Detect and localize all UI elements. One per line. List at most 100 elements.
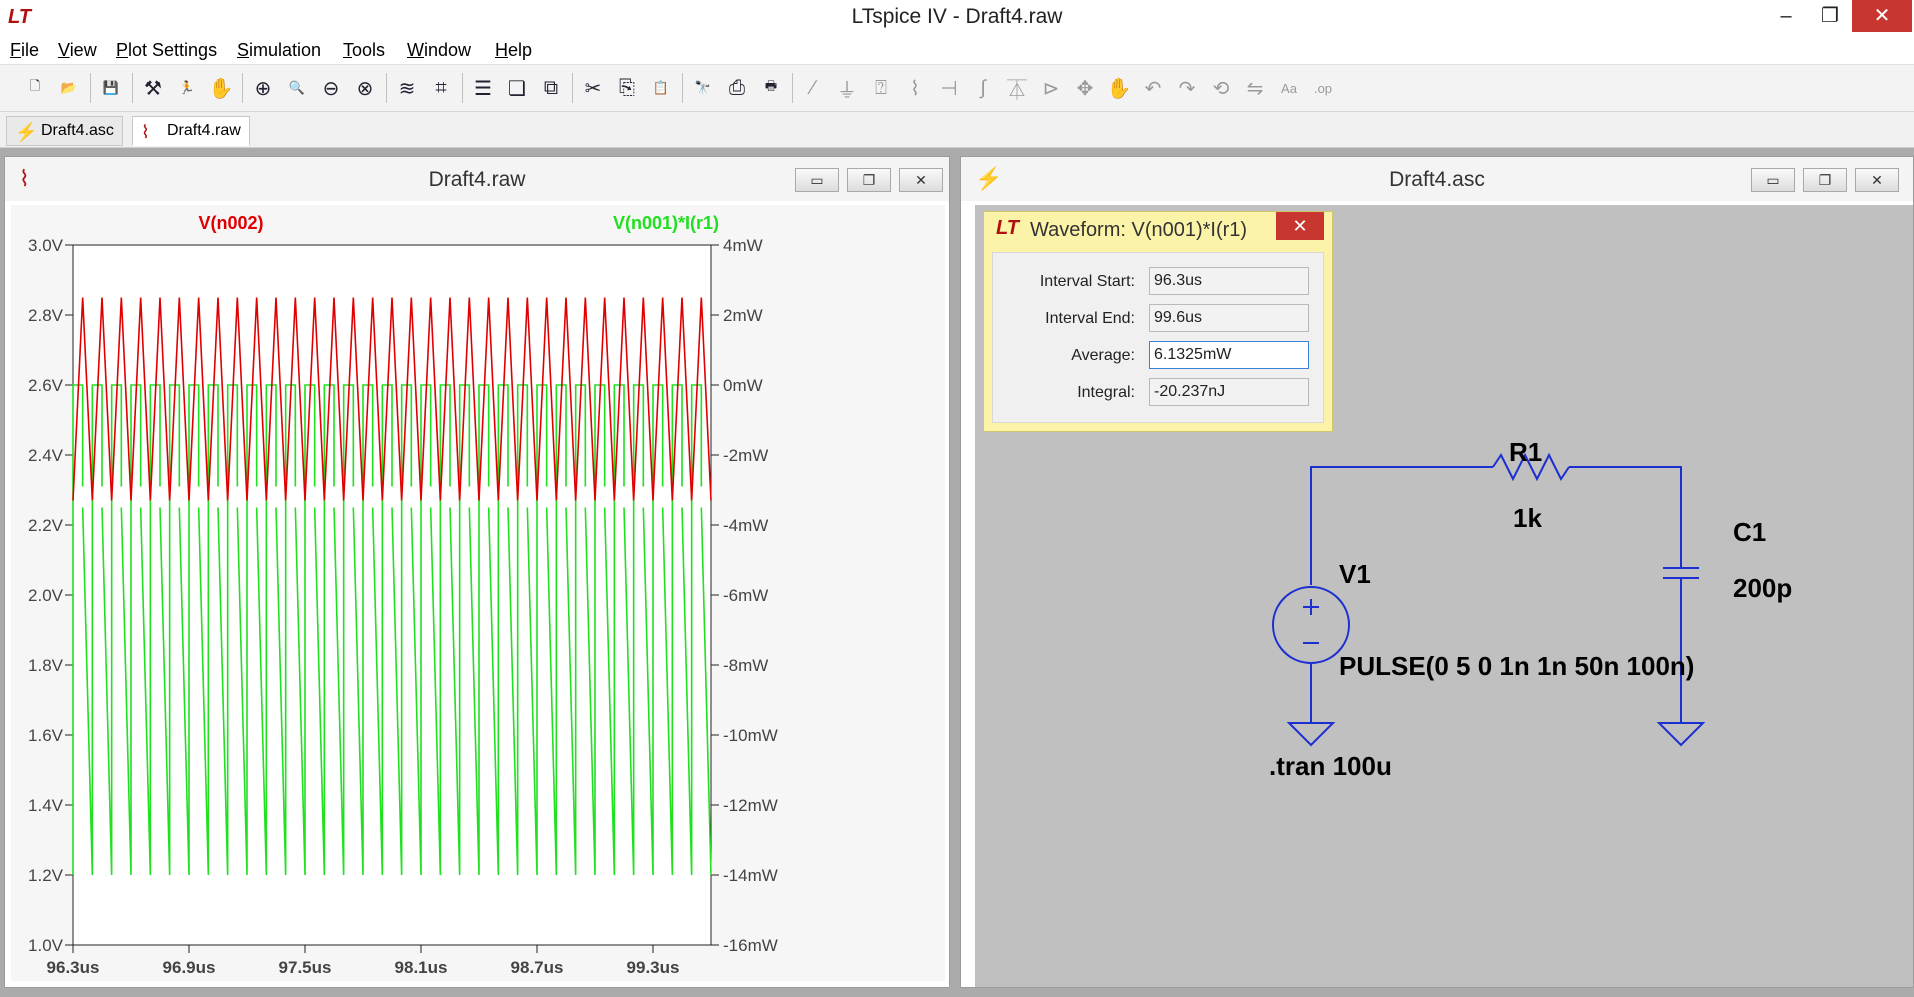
y-right-tick-label: 4mW xyxy=(723,236,763,255)
waveform-minimize-button[interactable]: ▭ xyxy=(795,168,839,192)
x-tick-label: 96.9us xyxy=(163,958,216,977)
paste-icon[interactable]: 📋 xyxy=(646,73,676,103)
redo-icon[interactable]: ↷ xyxy=(1172,73,1202,103)
interval-start-field[interactable]: 96.3us xyxy=(1149,267,1309,295)
menu-simulation[interactable]: Simulation xyxy=(237,40,321,61)
v1-name-label[interactable]: V1 xyxy=(1339,559,1371,589)
inductor-icon[interactable]: ∫ xyxy=(968,73,998,103)
tab-draft4-asc[interactable]: ⚡ Draft4.asc xyxy=(6,116,123,146)
new-schematic-icon[interactable]: 🗋 xyxy=(20,73,50,103)
run-icon[interactable]: 🏃 xyxy=(172,73,202,103)
waveform-dialog-titlebar[interactable]: LT Waveform: V(n001)*I(r1) ✕ xyxy=(984,212,1332,248)
menu-tools[interactable]: Tools xyxy=(343,40,385,61)
maximize-button[interactable]: ❐ xyxy=(1808,0,1852,32)
ground-c1-symbol[interactable] xyxy=(1656,722,1706,747)
mirror-icon[interactable]: ⇋ xyxy=(1240,73,1270,103)
close-all-icon[interactable]: ⧉ xyxy=(536,73,566,103)
wire-top-right[interactable] xyxy=(1569,466,1682,568)
drag-icon[interactable]: ✋ xyxy=(1104,73,1134,103)
zoom-area-icon[interactable]: ⊕ xyxy=(248,73,278,103)
pan-icon[interactable]: 🔍 xyxy=(282,73,312,103)
component-icon[interactable]: ⊳ xyxy=(1036,73,1066,103)
toolbar-separator xyxy=(90,73,91,103)
y-left-tick-label: 1.0V xyxy=(28,936,64,955)
waveform-dialog-title: Waveform: V(n001)*I(r1) xyxy=(1030,219,1248,241)
text-icon[interactable]: Aa xyxy=(1274,73,1304,103)
waveform-chart[interactable]: 3.0V 2.8V 2.6V 2.4V 2.2V 2.0V 1.8V 1.6V 1.4V 1.2V… xyxy=(11,205,945,981)
undo-icon[interactable]: ↶ xyxy=(1138,73,1168,103)
x-tick-label: 96.3us xyxy=(47,958,100,977)
integral-field[interactable]: -20.237nJ xyxy=(1149,378,1309,406)
ground-icon[interactable]: ⏚ xyxy=(832,73,862,103)
find-icon[interactable]: 🔭 xyxy=(688,73,718,103)
diode-icon[interactable]: ⏄ xyxy=(1002,73,1032,103)
label-net-icon[interactable]: ⍰ xyxy=(866,73,896,103)
open-icon[interactable]: 📂 xyxy=(54,73,84,103)
average-field[interactable]: 6.1325mW xyxy=(1149,341,1309,369)
move-icon[interactable]: ✥ xyxy=(1070,73,1100,103)
save-icon[interactable]: 💾 xyxy=(96,73,126,103)
cascade-icon[interactable]: ❏ xyxy=(502,73,532,103)
r1-value-label[interactable]: 1k xyxy=(1513,503,1542,533)
waveform-icon: ⌇ xyxy=(141,122,150,142)
schematic-restore-button[interactable]: ❐ xyxy=(1803,168,1847,192)
rotate-icon[interactable]: ⟲ xyxy=(1206,73,1236,103)
average-label: Average: xyxy=(1071,347,1135,364)
c1-name-label[interactable]: C1 xyxy=(1733,517,1766,547)
y-right-tick-label: -16mW xyxy=(723,936,778,955)
halt-icon[interactable]: ✋ xyxy=(206,73,236,103)
y-right-tick-label: -14mW xyxy=(723,866,778,885)
integral-label: Integral: xyxy=(1077,384,1135,401)
menu-window[interactable]: Window xyxy=(407,40,471,61)
menu-file[interactable]: File xyxy=(10,40,39,61)
r1-name-label[interactable]: R1 xyxy=(1509,437,1542,467)
waveform-dialog-close-button[interactable]: ✕ xyxy=(1276,212,1324,240)
schematic-minimize-button[interactable]: ▭ xyxy=(1751,168,1795,192)
interval-end-field[interactable]: 99.6us xyxy=(1149,304,1309,332)
resistor-icon[interactable]: ⌇ xyxy=(900,73,930,103)
close-button[interactable]: ✕ xyxy=(1852,0,1912,32)
schematic-window-titlebar[interactable]: ⚡ Draft4.asc ▭ ❐ ✕ xyxy=(961,157,1913,201)
trace-label-power: V(n001)*I(r1) xyxy=(613,213,719,233)
y-right-tick-label: 0mW xyxy=(723,376,763,395)
toolbar-separator xyxy=(682,73,683,103)
toolbar-separator xyxy=(132,73,133,103)
zoom-back-icon[interactable]: ⊖ xyxy=(316,73,346,103)
window-titlebar: LT LTspice IV - Draft4.raw – ❐ ✕ xyxy=(0,0,1914,36)
menu-plot-settings[interactable]: Plot Settings xyxy=(116,40,217,61)
autorange-icon[interactable]: ≋ xyxy=(392,73,422,103)
toolbar-separator xyxy=(386,73,387,103)
schematic-close-button[interactable]: ✕ xyxy=(1855,168,1899,192)
wire-icon[interactable]: ∕ xyxy=(798,73,828,103)
waveform-restore-button[interactable]: ❐ xyxy=(847,168,891,192)
c1-value-label[interactable]: 200p xyxy=(1733,573,1792,603)
print-icon[interactable]: 🖶 xyxy=(756,73,786,103)
tile-horizontal-icon[interactable]: ☰ xyxy=(468,73,498,103)
tran-directive[interactable]: .tran 100u xyxy=(1269,751,1392,781)
minimize-button[interactable]: – xyxy=(1764,0,1808,32)
mdi-workspace: ⌇ Draft4.raw ▭ ❐ ✕ 3.0V 2.8V 2.6V 2.4V 2.2V 2… xyxy=(0,148,1914,997)
plot-pane[interactable]: 3.0V 2.8V 2.6V 2.4V 2.2V 2.0V 1.8V 1.6V 1.4V 1.2V… xyxy=(11,205,945,981)
waveform-window-titlebar[interactable]: ⌇ Draft4.raw ▭ ❐ ✕ xyxy=(5,157,949,201)
menu-help[interactable]: Help xyxy=(495,40,532,61)
capacitor-icon[interactable]: ⊣ xyxy=(934,73,964,103)
cut-icon[interactable]: ✂ xyxy=(578,73,608,103)
spice-directive-icon[interactable]: .op xyxy=(1308,73,1338,103)
waveform-close-button[interactable]: ✕ xyxy=(899,168,943,192)
menu-view[interactable]: View xyxy=(58,40,97,61)
manual-limits-icon[interactable]: ⌗ xyxy=(426,73,456,103)
print-setup-icon[interactable]: ⎙ xyxy=(722,73,752,103)
tab-draft4-raw[interactable]: ⌇ Draft4.raw xyxy=(132,116,250,146)
control-panel-icon[interactable]: ⚒ xyxy=(138,73,168,103)
ground-v1-symbol[interactable] xyxy=(1286,722,1336,747)
tab-label: Draft4.raw xyxy=(167,122,241,139)
y-right-tick-label: -10mW xyxy=(723,726,778,745)
trace-label-vn002: V(n002) xyxy=(198,213,263,233)
voltage-source-v1-symbol[interactable] xyxy=(1272,586,1350,664)
x-tick-label: 98.1us xyxy=(395,958,448,977)
y-left-tick-label: 2.0V xyxy=(28,586,64,605)
v1-value-label[interactable]: PULSE(0 5 0 1n 1n 50n 100n) xyxy=(1339,651,1694,681)
zoom-fit-icon[interactable]: ⊗ xyxy=(350,73,380,103)
toolbar-separator xyxy=(792,73,793,103)
copy-icon[interactable]: ⎘ xyxy=(612,73,642,103)
